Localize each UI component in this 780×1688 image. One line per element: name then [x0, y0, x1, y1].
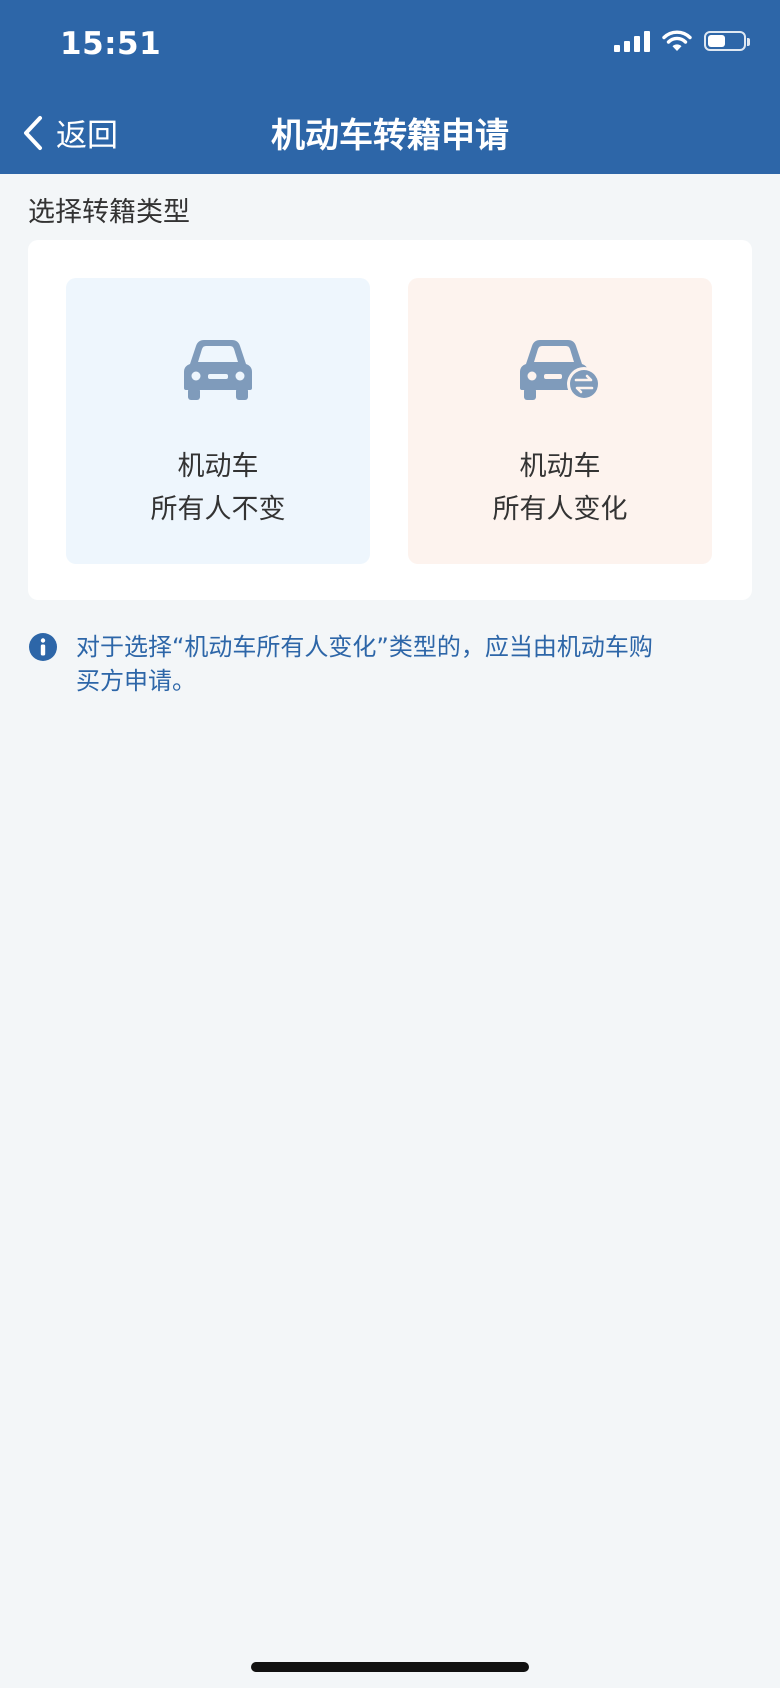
- page-title: 机动车转籍申请: [271, 116, 509, 156]
- option-title: 机动车: [177, 451, 259, 482]
- wifi-icon: [662, 30, 692, 51]
- app-header: 15:51 返回 机动车转籍申请: [0, 0, 780, 174]
- transfer-type-card: 机动车 所有人不变 机动车 所有人变化: [28, 240, 752, 600]
- option-title: 机动车: [519, 451, 601, 482]
- info-icon: [29, 633, 57, 661]
- car-icon: [184, 340, 252, 400]
- car-transfer-icon: [520, 340, 601, 401]
- option-subtitle: 所有人变化: [492, 494, 628, 525]
- battery-icon: [704, 31, 750, 51]
- option-owner-changed[interactable]: 机动车 所有人变化: [408, 278, 712, 564]
- status-time: 15:51: [60, 26, 162, 62]
- option-owner-unchanged[interactable]: 机动车 所有人不变: [66, 278, 370, 564]
- battery-level: [708, 35, 725, 47]
- home-indicator[interactable]: [251, 1662, 529, 1672]
- status-icons: [614, 30, 750, 52]
- section-label: 选择转籍类型: [28, 197, 190, 228]
- cellular-signal-icon: [614, 30, 650, 52]
- option-subtitle: 所有人不变: [150, 494, 286, 525]
- notice-text: 对于选择“机动车所有人变化”类型的，应当由机动车购买方申请。: [76, 633, 653, 695]
